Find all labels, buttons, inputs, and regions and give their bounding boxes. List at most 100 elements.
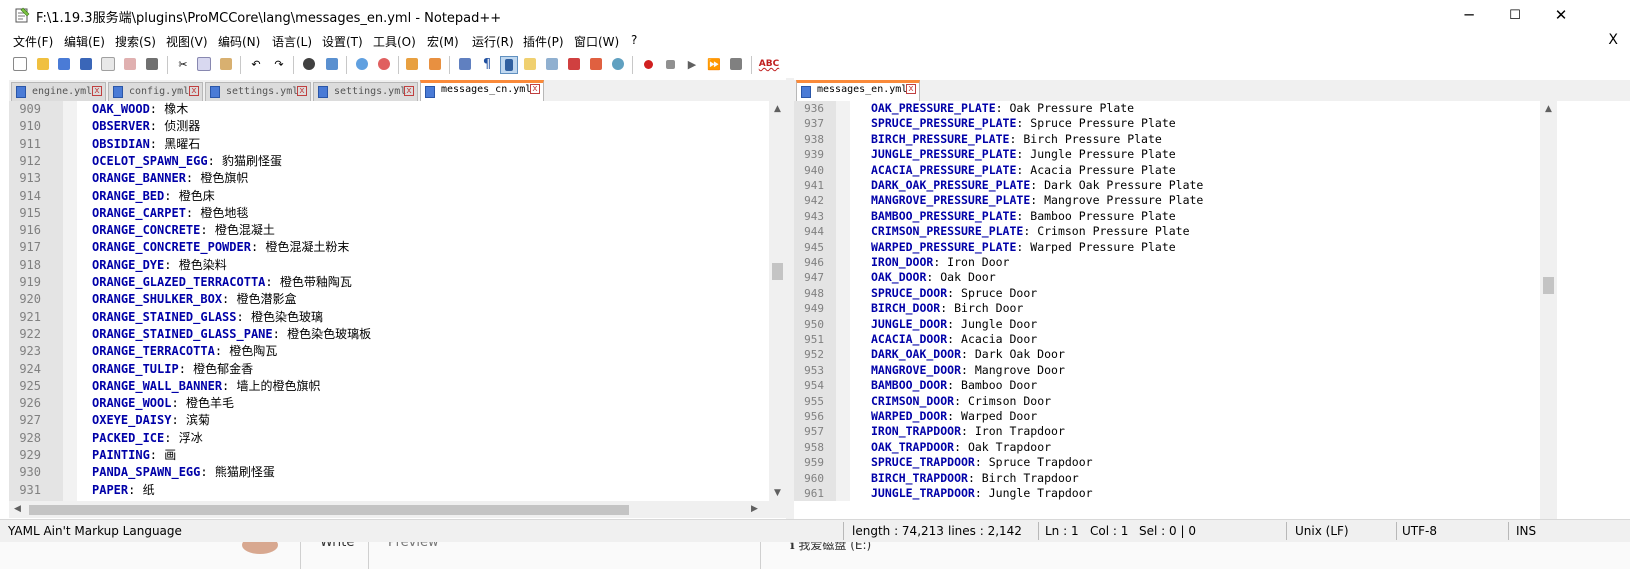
close-tab-icon[interactable]: x [297,86,307,96]
yaml-entry: ORANGE_SHULKER_BOX: 橙色潜影盒 [92,291,297,308]
sync-vertical-icon[interactable] [404,56,420,72]
close-tab-icon[interactable]: x [404,86,414,96]
new-file-icon[interactable] [12,56,28,72]
scroll-up-icon[interactable]: ▲ [769,101,786,117]
scroll-right-icon[interactable]: ▶ [746,501,763,517]
code-line: 938 BIRCH_PRESSURE_PLATE: Birch Pressure … [794,132,1540,147]
replace-icon[interactable] [324,56,340,72]
save-macro-icon[interactable] [728,56,744,72]
right-editor[interactable]: 936 OAK_PRESSURE_PLATE: Oak Pressure Plat… [794,101,1540,501]
tab-messages-en-yml[interactable]: messages_en.yml x [796,80,920,101]
close-all-icon[interactable] [122,56,138,72]
menu-help[interactable]: ? [631,33,637,47]
menu-macro[interactable]: 宏(M) [427,33,459,50]
yaml-colon: : [149,119,165,134]
menu-view[interactable]: 视图(V) [166,33,208,50]
status-eol[interactable]: Unix (LF) [1295,524,1349,538]
indent-guide-icon[interactable] [500,56,518,74]
show-all-chars-icon[interactable]: ¶ [479,56,495,72]
line-number: 910 [19,119,41,134]
cut-icon[interactable]: ✂ [175,56,191,72]
status-encoding[interactable]: UTF-8 [1402,524,1437,538]
print-icon[interactable] [144,56,160,72]
left-horizontal-scrollbar[interactable]: ◀ ▶ [9,501,786,518]
scroll-left-icon[interactable]: ◀ [9,501,26,517]
left-vertical-scrollbar[interactable]: ▲ ▼ [769,101,786,501]
close-tab-icon[interactable]: x [530,84,540,94]
doc-map-icon[interactable] [544,56,560,72]
folder-workspace-icon[interactable] [588,56,604,72]
yaml-entry: SPRUCE_DOOR: Spruce Door [871,286,1037,301]
scroll-thumb[interactable] [772,263,783,280]
code-line: 929 PAINTING: 画 [9,447,769,464]
redo-icon[interactable]: ↷ [271,56,287,72]
maximize-button[interactable]: ☐ [1492,0,1538,30]
tab-settings-yml[interactable]: settings.yml x [205,82,311,101]
close-tab-icon[interactable]: x [92,86,102,96]
close-tab-icon[interactable]: x [189,86,199,96]
scroll-thumb[interactable] [29,505,629,515]
record-macro-icon[interactable] [640,56,656,72]
zoom-in-icon[interactable] [354,56,370,72]
preview-tab[interactable]: Preview [388,542,439,550]
status-insert-mode[interactable]: INS [1516,524,1536,538]
menu-window[interactable]: 窗口(W) [574,33,619,50]
function-list-icon[interactable] [566,56,582,72]
yaml-key: ORANGE_TERRACOTTA [92,344,215,359]
tab-messages-cn-yml[interactable]: messages_cn.yml x [420,80,544,101]
code-line: 923 ORANGE_TERRACOTTA: 橙色陶瓦 [9,343,769,360]
paste-icon[interactable] [218,56,234,72]
scroll-up-icon[interactable]: ▲ [1540,101,1557,117]
copy-icon[interactable] [196,56,212,72]
scroll-thumb[interactable] [1543,277,1554,294]
yaml-colon: : [967,470,982,485]
code-line: 941 DARK_OAK_PRESSURE_PLATE: Dark Oak Pre… [794,178,1540,193]
menu-edit[interactable]: 编辑(E) [64,33,105,50]
menu-tools[interactable]: 工具(O) [373,33,416,50]
background-window: Write Preview ℹ 我爱磁盘 (E:) [0,542,1630,569]
menu-search[interactable]: 搜索(S) [115,33,156,50]
minimize-button[interactable]: ─ [1446,0,1492,30]
scroll-down-icon[interactable]: ▼ [769,485,786,501]
view-splitter[interactable] [786,78,794,519]
write-tab[interactable]: Write [320,542,354,550]
menu-file[interactable]: 文件(F) [13,33,53,50]
word-wrap-icon[interactable] [457,56,473,72]
monitoring-icon[interactable] [610,56,626,72]
tab-engine-yml[interactable]: engine.yml x [11,82,106,101]
open-file-icon[interactable] [35,56,51,72]
sync-horizontal-icon[interactable] [427,56,443,72]
right-vertical-scrollbar[interactable]: ▲ [1540,101,1557,519]
yaml-colon: : [185,171,201,186]
zoom-out-icon[interactable] [376,56,392,72]
status-column[interactable]: Col : 1 [1090,524,1128,538]
close-document-button[interactable]: X [1608,32,1618,48]
spell-check-icon[interactable]: ABC [759,56,779,72]
tab-config-yml[interactable]: config.yml x [108,82,203,101]
yaml-colon: : [272,326,288,341]
line-number: 950 [804,317,824,331]
save-icon[interactable] [56,56,72,72]
stop-macro-icon[interactable] [662,56,678,72]
menu-plugins[interactable]: 插件(P) [523,33,564,50]
undo-icon[interactable]: ↶ [248,56,264,72]
tab-settings-yml-2[interactable]: settings.yml x [313,82,418,101]
close-window-button[interactable]: ✕ [1538,0,1584,30]
find-icon[interactable] [301,56,317,72]
close-tab-icon[interactable]: x [906,84,916,94]
close-icon[interactable] [100,56,116,72]
menu-encoding[interactable]: 编码(N) [218,33,260,50]
save-all-icon[interactable] [78,56,94,72]
menu-settings[interactable]: 设置(T) [322,33,363,50]
menu-language[interactable]: 语言(L) [272,33,312,50]
menu-run[interactable]: 运行(R) [472,33,514,50]
code-line: 912 OCELOT_SPAWN_EGG: 豹猫刷怪蛋 [9,153,769,170]
run-macro-multiple-icon[interactable]: ⏩ [706,56,722,72]
play-macro-icon[interactable]: ▶ [684,56,700,72]
code-line: 948 SPRUCE_DOOR: Spruce Door [794,286,1540,301]
code-line: 944 CRIMSON_PRESSURE_PLATE: Crimson Press… [794,224,1540,239]
udl-icon[interactable] [522,56,538,72]
left-editor[interactable]: 909 OAK_WOOD: 橡木 910 OBSERVER: 侦测器 911 OBSIDI… [9,101,769,501]
status-line[interactable]: Ln : 1 [1045,524,1079,538]
status-selection[interactable]: Sel : 0 | 0 [1139,524,1196,538]
